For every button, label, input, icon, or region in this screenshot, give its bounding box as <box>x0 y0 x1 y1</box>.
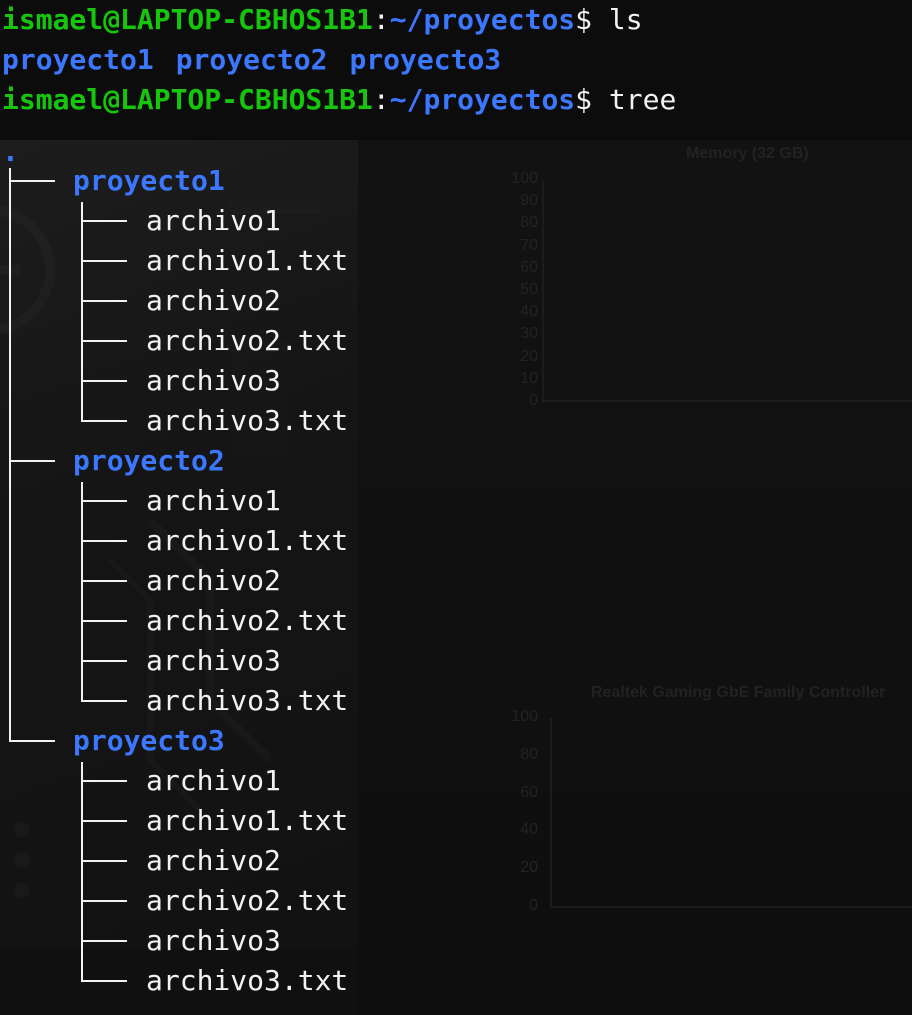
tree-file: archivo2.txt <box>146 324 349 357</box>
tree-file: archivo2 <box>146 284 281 317</box>
background-chart2-title: Realtek Gaming GbE Family Controller <box>591 684 886 701</box>
background-chart1-tick: 50 <box>520 281 538 298</box>
tree-file: archivo2.txt <box>146 604 349 637</box>
terminal-output: ismael@LAPTOP-CBHOS1B1:~/proyectos$ ls p… <box>2 0 676 120</box>
prompt-line-ls: ismael@LAPTOP-CBHOS1B1:~/proyectos$ ls <box>2 0 676 40</box>
tree-connector-branch <box>9 740 55 742</box>
prompt-path: ~/proyectos <box>389 3 576 36</box>
ls-entry: proyecto1 <box>2 43 154 76</box>
tree-connector-branch <box>81 580 127 582</box>
tree-dir: proyecto1 <box>73 164 225 197</box>
tree-file: archivo3 <box>146 924 281 957</box>
background-chart1-y-axis <box>542 180 544 402</box>
tree-connector-branch <box>81 620 127 622</box>
tree-dir: proyecto3 <box>73 724 225 757</box>
tree-connector-dir <box>81 762 83 981</box>
tree-connector-branch <box>81 420 127 422</box>
background-chart1-tick: 40 <box>520 303 538 321</box>
background-chart1-tick: 30 <box>520 325 538 343</box>
ls-entry: proyecto3 <box>349 43 502 76</box>
prompt-symbol: $ <box>575 83 593 116</box>
background-chart2-x-axis <box>550 906 912 908</box>
terminal-window[interactable]: Memory (32 GB) 100 90 80 70 60 50 40 30 20 10 0 Re… <box>0 0 912 1015</box>
background-chart2-tick: 40 <box>520 821 538 839</box>
tree-connector-branch <box>81 260 127 262</box>
prompt-separator: : <box>372 3 390 36</box>
tree-file: archivo2 <box>146 564 281 597</box>
background-chart1-tick: 0 <box>529 392 538 409</box>
background-chart2-tick: 100 <box>511 708 538 725</box>
tree-connector-root <box>9 168 11 741</box>
tree-connector-dir <box>81 482 83 701</box>
background-chart2-tick: 80 <box>520 745 538 763</box>
background-chart1-tick: 10 <box>520 369 538 387</box>
tree-connector-branch <box>81 660 127 662</box>
tree-file: archivo1 <box>146 484 281 517</box>
background-chart1-tick: 60 <box>520 258 538 276</box>
background-chart1-tick: 20 <box>520 347 538 365</box>
background-chart1-tick: 70 <box>520 236 538 254</box>
prompt-path: ~/proyectos <box>389 83 576 116</box>
tree-connector-branch <box>81 780 127 782</box>
tree-file: archivo3.txt <box>146 684 349 717</box>
prompt-line-tree: ismael@LAPTOP-CBHOS1B1:~/proyectos$ tree <box>2 80 676 120</box>
tree-connector-branch <box>81 220 127 222</box>
tree-connector-branch <box>81 300 127 302</box>
tree-file: archivo1.txt <box>146 524 349 557</box>
tree-connector-branch <box>81 900 127 902</box>
background-chart2-y-axis <box>550 718 552 908</box>
background-chart2-tick: 20 <box>520 859 538 877</box>
tree-file: archivo3 <box>146 644 281 677</box>
ls-output-line: proyecto1 proyecto2 proyecto3 <box>2 40 676 80</box>
background-chart2-tick: 0 <box>529 897 538 914</box>
ls-entry: proyecto2 <box>175 43 328 76</box>
background-chart1-title: Memory (32 GB) <box>686 145 809 162</box>
tree-connector-dir <box>81 202 83 421</box>
tree-file: archivo3 <box>146 364 281 397</box>
background-chart1-tick: 100 <box>511 170 538 187</box>
prompt-user: ismael@LAPTOP-CBHOS1B1 <box>2 3 373 36</box>
tree-file: archivo3.txt <box>146 964 349 997</box>
tree-file: archivo3.txt <box>146 404 349 437</box>
prompt-user: ismael@LAPTOP-CBHOS1B1 <box>2 83 373 116</box>
tree-connector-branch <box>81 700 127 702</box>
background-chart1-tick: 80 <box>520 214 538 232</box>
tree-connector-branch <box>81 340 127 342</box>
tree-file: archivo2.txt <box>146 884 349 917</box>
background-chart1-x-axis <box>542 400 912 402</box>
wallpaper-right-panel <box>358 140 912 1015</box>
tree-file: archivo1.txt <box>146 244 349 277</box>
command-ls: ls <box>608 3 643 36</box>
tree-connector-branch <box>81 820 127 822</box>
tree-connector-branch <box>9 460 55 462</box>
tree-connector-branch <box>81 940 127 942</box>
tree-connector-branch <box>81 500 127 502</box>
background-chart2-tick: 60 <box>520 783 538 801</box>
tree-connector-branch <box>9 180 55 182</box>
tree-file: archivo1.txt <box>146 804 349 837</box>
tree-connector-branch <box>81 380 127 382</box>
tree-file: archivo2 <box>146 844 281 877</box>
prompt-separator: : <box>372 83 390 116</box>
tree-connector-branch <box>81 980 127 982</box>
tree-root: . <box>2 135 19 168</box>
tree-file: archivo1 <box>146 764 281 797</box>
tree-file: archivo1 <box>146 204 281 237</box>
prompt-symbol: $ <box>575 3 593 36</box>
command-tree: tree <box>608 83 677 116</box>
tree-connector-branch <box>81 540 127 542</box>
background-chart1-tick: 90 <box>520 192 538 210</box>
tree-dir: proyecto2 <box>73 444 225 477</box>
tree-connector-branch <box>81 860 127 862</box>
